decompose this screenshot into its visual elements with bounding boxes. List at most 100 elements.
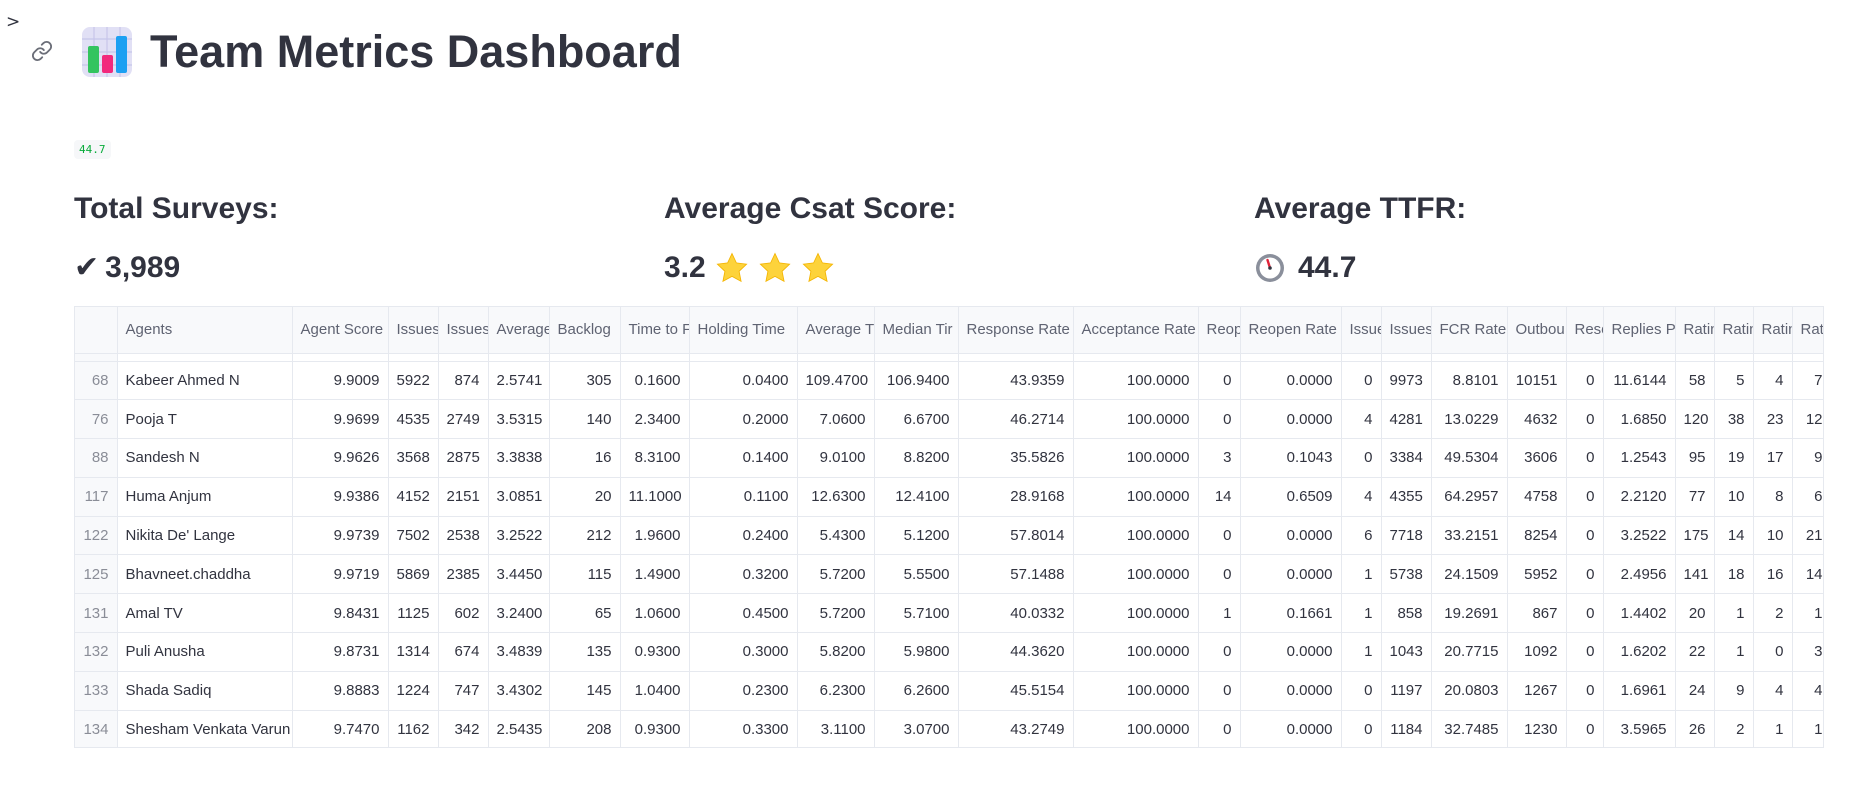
table-cell[interactable]: 1 (1341, 593, 1382, 634)
table-cell[interactable]: 0.0000 (1240, 399, 1342, 440)
table-cell[interactable]: 5.7200 (797, 554, 875, 595)
table-row[interactable]: 76 Pooja T 9.9699 4535 2749 3.5315 140 2.3400 0.… (75, 399, 1823, 440)
table-cell[interactable]: 2.3400 (620, 399, 690, 440)
table-cell[interactable]: 3.4839 (488, 632, 550, 672)
table-cell[interactable]: 0.0400 (689, 361, 798, 401)
table-cell[interactable]: 100.0000 (1073, 593, 1199, 634)
table-cell[interactable]: 2.5741 (488, 361, 550, 401)
table-cell[interactable]: 0 (1566, 438, 1604, 478)
index-column-header[interactable] (75, 307, 118, 354)
table-cell[interactable]: 5.1200 (874, 516, 959, 556)
table-cell[interactable]: 0.4500 (689, 593, 798, 634)
table-cell[interactable]: 6 (1341, 516, 1382, 556)
table-cell[interactable]: 1184 (1381, 710, 1432, 747)
table-cell[interactable]: 1.2543 (1603, 438, 1676, 478)
column-header[interactable]: Agent Score (292, 307, 389, 354)
table-cell[interactable]: 21 (1792, 516, 1823, 556)
table-cell[interactable]: 17 (1753, 438, 1793, 478)
table-cell[interactable]: 8.8101 (1431, 361, 1508, 401)
table-cell[interactable]: 46.2714 (958, 399, 1074, 440)
table-cell[interactable]: 2385 (438, 554, 489, 595)
table-row[interactable]: 88 Sandesh N 9.9626 3568 2875 3.3838 16 8.3100 0… (75, 438, 1823, 478)
agents-data-table[interactable]: Agents Agent Score Issues Issues Average Back… (74, 306, 1824, 748)
table-cell[interactable]: 208 (549, 710, 621, 747)
table-cell[interactable]: 8.3100 (620, 438, 690, 478)
row-index[interactable]: 131 (75, 593, 118, 634)
column-header[interactable]: Issues (388, 307, 439, 354)
row-index[interactable]: 117 (75, 477, 118, 517)
agent-name-cell[interactable]: Nikita De' Lange (117, 516, 293, 556)
table-cell[interactable]: 1 (1714, 632, 1754, 672)
table-cell[interactable]: 0 (1566, 399, 1604, 440)
table-cell[interactable]: 0 (1198, 671, 1241, 711)
table-cell[interactable]: 20.7715 (1431, 632, 1508, 672)
table-cell[interactable]: 9.7470 (292, 710, 389, 747)
table-cell[interactable]: 4281 (1381, 399, 1432, 440)
table-cell[interactable]: 0.9300 (620, 632, 690, 672)
table-cell[interactable]: 12.4100 (874, 477, 959, 517)
table-cell[interactable]: 867 (1507, 593, 1567, 634)
table-cell[interactable]: 4 (1753, 671, 1793, 711)
table-cell[interactable]: 8254 (1507, 516, 1567, 556)
table-cell[interactable]: 2151 (438, 477, 489, 517)
table-cell[interactable]: 35.5826 (958, 438, 1074, 478)
table-cell[interactable]: 18 (1714, 554, 1754, 595)
row-index[interactable]: 76 (75, 399, 118, 440)
table-cell[interactable]: 0.6509 (1240, 477, 1342, 517)
table-cell[interactable]: 57.1488 (958, 554, 1074, 595)
table-cell[interactable]: 115 (549, 554, 621, 595)
table-cell[interactable]: 0 (1566, 710, 1604, 747)
table-cell[interactable]: 3.2522 (1603, 516, 1676, 556)
table-cell[interactable]: 145 (549, 671, 621, 711)
table-cell[interactable]: 20 (549, 477, 621, 517)
table-cell[interactable]: 874 (438, 361, 489, 401)
table-cell[interactable]: 9.9699 (292, 399, 389, 440)
table-cell[interactable]: 1 (1753, 710, 1793, 747)
table-cell[interactable]: 175 (1675, 516, 1715, 556)
agent-name-cell[interactable]: Puli Anusha (117, 632, 293, 672)
table-cell[interactable]: 0 (1566, 554, 1604, 595)
table-cell[interactable]: 7502 (388, 516, 439, 556)
table-cell[interactable]: 22 (1675, 632, 1715, 672)
table-cell[interactable]: 10151 (1507, 361, 1567, 401)
table-cell[interactable]: 7.0600 (797, 399, 875, 440)
table-cell[interactable]: 0.2000 (689, 399, 798, 440)
table-cell[interactable]: 9.9626 (292, 438, 389, 478)
table-cell[interactable]: 100.0000 (1073, 361, 1199, 401)
table-cell[interactable]: 305 (549, 361, 621, 401)
table-cell[interactable]: 5.4300 (797, 516, 875, 556)
table-cell[interactable]: 1.6961 (1603, 671, 1676, 711)
table-cell[interactable]: 100.0000 (1073, 516, 1199, 556)
table-cell[interactable]: 4535 (388, 399, 439, 440)
table-cell[interactable]: 0 (1198, 399, 1241, 440)
table-cell[interactable]: 3 (1198, 438, 1241, 478)
table-cell[interactable]: 11.6144 (1603, 361, 1676, 401)
table-cell[interactable]: 100.0000 (1073, 477, 1199, 517)
table-cell[interactable]: 65 (549, 593, 621, 634)
table-cell[interactable]: 16 (549, 438, 621, 478)
table-cell[interactable]: 0.0000 (1240, 516, 1342, 556)
table-cell[interactable]: 100.0000 (1073, 554, 1199, 595)
row-index[interactable]: 88 (75, 438, 118, 478)
table-cell[interactable]: 9.8731 (292, 632, 389, 672)
table-cell[interactable]: 0.0000 (1240, 671, 1342, 711)
table-cell[interactable]: 7 (1792, 361, 1823, 401)
table-cell[interactable]: 5 (1714, 361, 1754, 401)
agent-name-cell[interactable]: Sandesh N (117, 438, 293, 478)
column-header[interactable]: Response Rate (958, 307, 1074, 354)
table-cell[interactable]: 0.1600 (620, 361, 690, 401)
table-cell[interactable]: 23 (1753, 399, 1793, 440)
table-cell[interactable]: 135 (549, 632, 621, 672)
column-header[interactable]: Issues (1381, 307, 1432, 354)
table-cell[interactable]: 5952 (1507, 554, 1567, 595)
agent-name-cell[interactable]: Shada Sadiq (117, 671, 293, 711)
table-cell[interactable]: 1.4900 (620, 554, 690, 595)
table-cell[interactable]: 4 (1341, 477, 1382, 517)
table-cell[interactable]: 5922 (388, 361, 439, 401)
column-header[interactable]: Backlog (549, 307, 621, 354)
table-cell[interactable]: 4 (1753, 361, 1793, 401)
table-cell[interactable]: 1.4402 (1603, 593, 1676, 634)
column-header[interactable]: Issues (438, 307, 489, 354)
table-cell[interactable]: 4758 (1507, 477, 1567, 517)
table-cell[interactable]: 20 (1675, 593, 1715, 634)
